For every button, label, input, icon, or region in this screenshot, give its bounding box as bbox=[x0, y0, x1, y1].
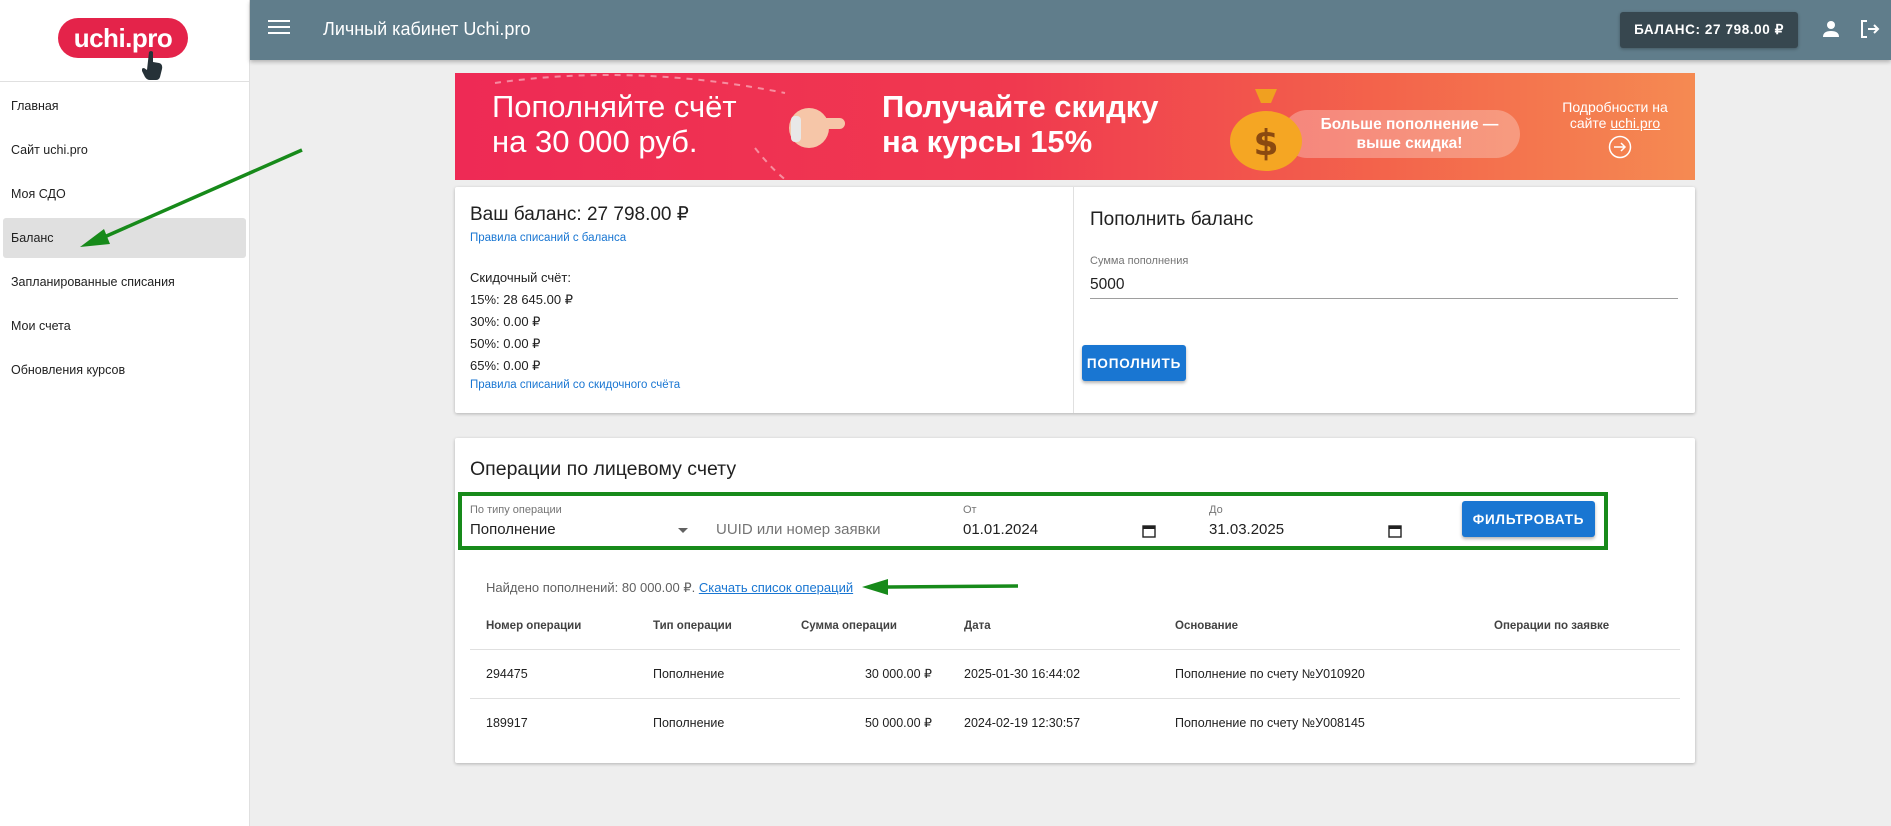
banner-details-line2: сайте bbox=[1569, 115, 1607, 131]
table-row: 189917 Пополнение 50 000.00 ₽ 2024-02-19… bbox=[470, 698, 1680, 747]
discount-account: Скидочный счёт: 15%: 28 645.00 ₽ 30%: 0.… bbox=[470, 267, 573, 377]
sidebar-item-invoices[interactable]: Мои счета bbox=[3, 306, 246, 346]
uuid-search-input[interactable]: UUID или номер заявки bbox=[716, 521, 881, 538]
caret-down-icon[interactable] bbox=[678, 528, 688, 533]
filter-button[interactable]: ФИЛЬТРОВАТЬ bbox=[1462, 501, 1595, 537]
balance-title: Ваш баланс: 27 798.00 ₽ bbox=[470, 204, 689, 225]
balance-chip-button[interactable]: БАЛАНС: 27 798.00 ₽ bbox=[1620, 12, 1798, 48]
operations-title: Операции по лицевому счету bbox=[470, 458, 737, 480]
table-header-row: Номер операции Тип операции Сумма операц… bbox=[470, 603, 1680, 650]
discount-rules-link[interactable]: Правила списаний со скидочного счёта bbox=[470, 379, 680, 391]
sidebar-item-balance[interactable]: Баланс bbox=[3, 218, 246, 258]
col-operation-amount: Сумма операции bbox=[785, 603, 948, 650]
balance-rules-link[interactable]: Правила списаний с баланса bbox=[470, 232, 626, 244]
cell-date: 2025-01-30 16:44:02 bbox=[948, 649, 1159, 699]
col-operation-number: Номер операции bbox=[470, 603, 637, 650]
banner-left-line2: на 30 000 руб. bbox=[492, 124, 698, 159]
calendar-icon[interactable] bbox=[1142, 524, 1156, 538]
banner-details-line1: Подробности на bbox=[1562, 99, 1668, 115]
sidebar-item-scheduled[interactable]: Запланированные списания bbox=[3, 262, 246, 302]
logout-icon[interactable] bbox=[1857, 17, 1881, 41]
operations-table: Номер операции Тип операции Сумма операц… bbox=[470, 603, 1680, 747]
date-from-label: От bbox=[963, 504, 977, 516]
svg-text:$: $ bbox=[1253, 123, 1278, 164]
top-app-bar: Личный кабинет Uchi.pro БАЛАНС: 27 798.0… bbox=[250, 0, 1891, 60]
cell-operation-number: 189917 bbox=[486, 715, 528, 730]
banner-details-link[interactable]: uchi.pro bbox=[1610, 115, 1660, 131]
cell-operation-type: Пополнение bbox=[637, 649, 785, 699]
user-icon[interactable] bbox=[1819, 17, 1843, 41]
sidebar-nav: Главная Сайт uchi.pro Моя СДО Баланс Зап… bbox=[0, 86, 249, 390]
arrow-right-circle-icon[interactable] bbox=[1608, 135, 1632, 159]
banner-pill-line2: выше скидка! bbox=[1356, 135, 1463, 152]
banner-left-text: Пополняйте счёт на 30 000 руб. bbox=[492, 89, 737, 159]
found-summary: Найдено пополнений: 80 000.00 ₽. Скачать… bbox=[486, 580, 853, 596]
menu-icon[interactable] bbox=[266, 16, 292, 42]
cell-request-operations bbox=[1478, 698, 1680, 747]
col-request-operations: Операции по заявке bbox=[1478, 603, 1680, 650]
banner-mid-text: Получайте скидку на курсы 15% bbox=[882, 89, 1159, 159]
pointing-hand-icon bbox=[789, 108, 845, 148]
date-to-label: До bbox=[1209, 504, 1223, 516]
table-row: 294475 Пополнение 30 000.00 ₽ 2025-01-30… bbox=[470, 649, 1680, 699]
app-title: Личный кабинет Uchi.pro bbox=[323, 19, 531, 39]
discount-15: 15%: 28 645.00 ₽ bbox=[470, 292, 573, 307]
discount-30: 30%: 0.00 ₽ bbox=[470, 314, 541, 329]
balance-info: Ваш баланс: 27 798.00 ₽ Правила списаний… bbox=[455, 187, 1074, 413]
topup-amount-label: Сумма пополнения bbox=[1090, 255, 1189, 267]
cell-operation-amount: 50 000.00 ₽ bbox=[864, 716, 932, 731]
money-bag-icon: $ bbox=[1230, 89, 1302, 171]
date-from-input[interactable]: 01.01.2024 bbox=[963, 521, 1038, 538]
date-to-input[interactable]: 31.03.2025 bbox=[1209, 521, 1284, 538]
uchi-pro-logo[interactable]: uchi.pro bbox=[58, 18, 188, 58]
col-operation-type: Тип операции bbox=[637, 603, 785, 650]
topup-button[interactable]: ПОПОЛНИТЬ bbox=[1082, 345, 1186, 381]
sidebar: uchi.pro Главная Сайт uchi.pro Моя СДО Б… bbox=[0, 0, 250, 826]
logo-area: uchi.pro bbox=[0, 0, 249, 82]
topup-amount-input[interactable] bbox=[1090, 271, 1678, 299]
cell-operation-number: 294475 bbox=[470, 649, 637, 699]
cell-date: 2024-02-19 12:30:57 bbox=[964, 715, 1081, 730]
discount-50: 50%: 0.00 ₽ bbox=[470, 336, 541, 351]
banner-details[interactable]: Подробности на сайте uchi.pro bbox=[1545, 99, 1685, 131]
sidebar-item-updates[interactable]: Обновления курсов bbox=[3, 350, 246, 390]
cell-basis: Пополнение по счету №У008145 bbox=[1175, 715, 1365, 730]
discount-title: Скидочный счёт: bbox=[470, 270, 571, 285]
sidebar-item-sdo[interactable]: Моя СДО bbox=[3, 174, 246, 214]
promo-banner[interactable]: Пополняйте счёт на 30 000 руб. Получайте… bbox=[455, 73, 1695, 180]
banner-pill: Больше пополнение — выше скидка! bbox=[1283, 110, 1520, 158]
download-operations-link[interactable]: Скачать список операций bbox=[699, 580, 853, 595]
banner-mid-line1: Получайте скидку bbox=[882, 89, 1159, 124]
type-filter-select[interactable]: Пополнение bbox=[470, 521, 556, 538]
balance-card: Ваш баланс: 27 798.00 ₽ Правила списаний… bbox=[455, 187, 1695, 413]
cell-operation-type: Пополнение bbox=[653, 715, 725, 730]
found-text: Найдено пополнений: 80 000.00 ₽. bbox=[486, 580, 696, 595]
banner-mid-line2: на курсы 15% bbox=[882, 124, 1093, 159]
cell-operation-amount: 30 000.00 ₽ bbox=[785, 649, 948, 699]
sidebar-item-site[interactable]: Сайт uchi.pro bbox=[3, 130, 246, 170]
discount-65: 65%: 0.00 ₽ bbox=[470, 358, 541, 373]
banner-left-line1: Пополняйте счёт bbox=[492, 89, 737, 124]
banner-pill-line1: Больше пополнение — bbox=[1320, 116, 1499, 133]
pointer-hand-icon bbox=[142, 51, 163, 80]
col-basis: Основание bbox=[1159, 603, 1478, 650]
calendar-icon[interactable] bbox=[1388, 524, 1402, 538]
cell-request-operations bbox=[1478, 649, 1680, 699]
cell-basis: Пополнение по счету №У010920 bbox=[1159, 649, 1478, 699]
topup-title: Пополнить баланс bbox=[1090, 209, 1254, 230]
operations-card: Операции по лицевому счету По типу опера… bbox=[455, 438, 1695, 763]
col-date: Дата bbox=[948, 603, 1159, 650]
filter-bar: По типу операции Пополнение UUID или ном… bbox=[458, 492, 1608, 550]
sidebar-item-home[interactable]: Главная bbox=[3, 86, 246, 126]
type-filter-label: По типу операции bbox=[470, 504, 562, 516]
